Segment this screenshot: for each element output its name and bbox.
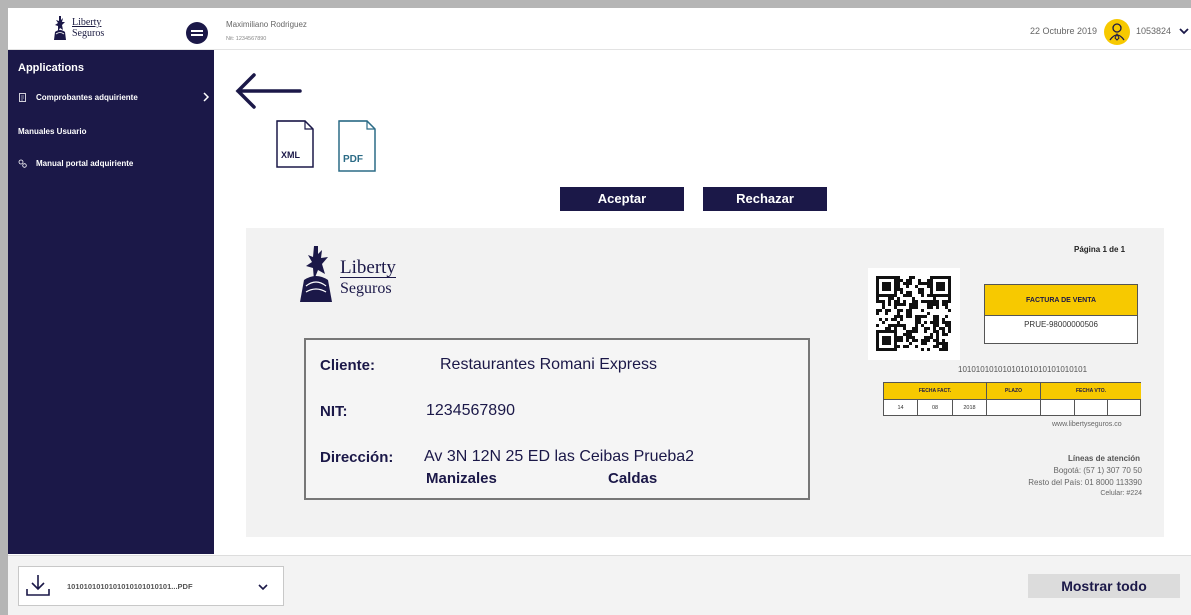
user-name: Maximiliano Rodriguez — [226, 20, 307, 29]
accept-button[interactable]: Aceptar — [560, 187, 684, 211]
sidebar-section-label: Manuales Usuario — [18, 127, 87, 136]
dates-header-due-date: FECHA VTO. — [1041, 383, 1141, 400]
invoice-date-year: 2018 — [953, 400, 987, 416]
invoice-date-day: 14 — [884, 400, 918, 416]
chevron-down-icon[interactable] — [1178, 25, 1190, 37]
download-bar: 1010101010101010101010101...PDF Mostrar … — [8, 555, 1191, 615]
reject-button[interactable]: Rechazar — [703, 187, 827, 211]
invoice-logo: Liberty Seguros — [294, 244, 414, 306]
show-all-button[interactable]: Mostrar todo — [1028, 574, 1180, 598]
dates-header-term: PLAZO — [987, 383, 1041, 400]
sidebar-item-label: Manual portal adquiriente — [36, 159, 134, 168]
due-date-month — [1075, 400, 1108, 416]
back-arrow-icon[interactable] — [234, 72, 302, 110]
download-item[interactable]: 1010101010101010101010101...PDF — [18, 566, 284, 606]
xml-file-icon: XML — [276, 120, 314, 168]
client-label: Cliente: — [320, 357, 376, 374]
statue-of-liberty-icon — [300, 246, 332, 302]
xml-file-button[interactable]: XML — [276, 120, 314, 168]
term-cell — [987, 400, 1041, 416]
logo-line2: Seguros — [72, 28, 105, 39]
client-info-box: Cliente: Restaurantes Romani Express NIT… — [304, 338, 810, 500]
download-file-name: 1010101010101010101010101...PDF — [67, 582, 193, 591]
pdf-label: PDF — [343, 154, 363, 165]
contact-line: Resto del País: 01 8000 113390 — [1028, 478, 1142, 487]
invoice-type-box: FACTURA DE VENTA PRUE-98000000506 — [984, 284, 1138, 344]
invoice-number: PRUE-98000000506 — [1024, 320, 1098, 329]
invoice-date-month: 08 — [918, 400, 953, 416]
user-nit: Nit: 1234567890 — [226, 36, 267, 42]
liberty-logo[interactable]: Liberty Seguros — [50, 14, 120, 46]
due-date-year — [1108, 400, 1141, 416]
menu-toggle-button[interactable] — [186, 22, 208, 44]
statue-of-liberty-icon — [54, 16, 66, 40]
top-header: Liberty Seguros Maximiliano Rodriguez Ni… — [8, 8, 1191, 50]
qr-code — [868, 268, 960, 360]
download-icon — [26, 575, 50, 596]
sidebar-title: Applications — [18, 62, 85, 74]
department-value: Caldas — [608, 470, 658, 487]
logo-line1: Liberty — [72, 17, 102, 28]
company-website: www.libertyseguros.co — [1052, 421, 1122, 428]
contact-title: Líneas de atención — [1068, 454, 1141, 463]
invoice-dates-table: FECHA FACT. PLAZO FECHA VTO. 14 08 2018 — [883, 382, 1141, 416]
address-label: Dirección: — [320, 449, 394, 466]
invoice-preview: Liberty Seguros Página 1 de 1 Cliente: R… — [246, 228, 1164, 537]
invoice-type: FACTURA DE VENTA — [985, 285, 1137, 316]
binary-code: 10101010101010101010101010101 — [958, 365, 1088, 374]
user-code: 1053824 — [1136, 26, 1172, 36]
page-indicator: Página 1 de 1 — [1074, 245, 1126, 254]
user-avatar-icon[interactable] — [1104, 19, 1130, 45]
nit-label: NIT: — [320, 403, 348, 420]
gears-icon — [18, 159, 27, 168]
nit-value: 1234567890 — [426, 402, 515, 419]
header-date: 22 Octubre 2019 — [1030, 26, 1098, 36]
pdf-file-icon: PDF — [338, 120, 376, 172]
sidebar-item-label: Comprobantes adquiriente — [36, 93, 138, 102]
sidebar-item-manual[interactable]: Manual portal adquiriente — [18, 158, 208, 174]
due-date-day — [1041, 400, 1075, 416]
dates-header-invoice-date: FECHA FACT. — [884, 383, 987, 400]
contact-line: Bogotá: (57 1) 307 70 50 — [1053, 466, 1142, 475]
main-content: XML PDF Aceptar Rechazar Liberty Seguros — [226, 50, 1183, 550]
client-value: Restaurantes Romani Express — [440, 356, 657, 373]
sidebar-item-comprobantes[interactable]: Comprobantes adquiriente — [18, 92, 210, 108]
invoice-logo-line2: Seguros — [340, 280, 392, 297]
contact-line: Celular: #224 — [1100, 490, 1142, 497]
pdf-file-button[interactable]: PDF — [338, 120, 376, 172]
menu-toggle-icon — [191, 30, 203, 32]
city-value: Manizales — [426, 470, 497, 487]
qr-code-icon — [876, 276, 951, 351]
chevron-down-icon[interactable] — [257, 581, 269, 593]
sidebar: Applications Comprobantes adquiriente Ma… — [8, 50, 214, 554]
xml-label: XML — [281, 150, 301, 160]
logo-text: Liberty Seguros — [72, 17, 104, 39]
address-value: Av 3N 12N 25 ED las Ceibas Prueba2 — [424, 448, 695, 465]
document-icon — [19, 93, 26, 102]
invoice-logo-line1: Liberty — [340, 257, 396, 278]
chevron-right-icon — [203, 92, 210, 102]
menu-toggle-icon-bar — [191, 34, 203, 36]
